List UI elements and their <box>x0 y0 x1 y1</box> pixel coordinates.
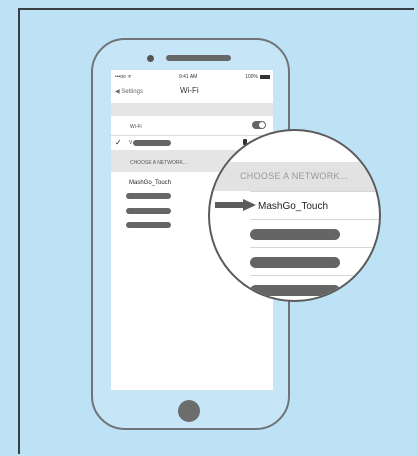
battery-percent: 100% <box>245 74 258 80</box>
page-title: Wi-Fi <box>180 86 199 95</box>
divider <box>250 275 379 276</box>
battery-status: 100% <box>245 74 270 80</box>
status-bar: •••oo ᯤ 9:41 AM 100% <box>115 74 270 84</box>
connected-network-bar[interactable] <box>133 140 171 146</box>
arrow-right-icon <box>215 199 256 211</box>
carrier-signal: •••oo ᯤ <box>115 74 132 80</box>
choose-network-label: CHOOSE A NETWORK... <box>130 160 187 166</box>
mag-network-mashgo[interactable]: MashGo_Touch <box>258 201 328 212</box>
battery-icon <box>260 74 270 79</box>
wifi-toggle[interactable] <box>252 121 266 129</box>
home-button[interactable] <box>178 400 200 422</box>
wifi-label: Wi-Fi <box>130 124 142 130</box>
divider <box>250 191 379 192</box>
status-time: 9:41 AM <box>179 74 198 80</box>
checkmark-icon: ✓ <box>115 138 122 147</box>
back-button[interactable]: ◀ Settings <box>115 88 143 95</box>
back-label: Settings <box>121 89 143 95</box>
mag-network-placeholder[interactable] <box>250 229 340 240</box>
divider <box>250 219 379 220</box>
mag-network-placeholder[interactable] <box>250 285 340 296</box>
network-item-mashgo[interactable]: MashGo_Touch <box>129 180 171 186</box>
camera-dot <box>147 55 154 62</box>
network-item-placeholder[interactable] <box>126 193 171 199</box>
back-chevron-icon: ◀ <box>115 89 120 95</box>
network-item-placeholder[interactable] <box>126 208 171 214</box>
toggle-knob <box>259 122 265 128</box>
speaker-slot <box>166 55 231 61</box>
mag-network-placeholder[interactable] <box>250 257 340 268</box>
network-item-placeholder[interactable] <box>126 222 171 228</box>
magnifier-lens: CHOOSE A NETWORK... MashGo_Touch <box>208 129 381 302</box>
divider <box>250 247 379 248</box>
mag-choose-label: CHOOSE A NETWORK... <box>240 171 349 181</box>
section-spacer <box>111 103 273 116</box>
connected-network-initial: V <box>129 140 133 146</box>
